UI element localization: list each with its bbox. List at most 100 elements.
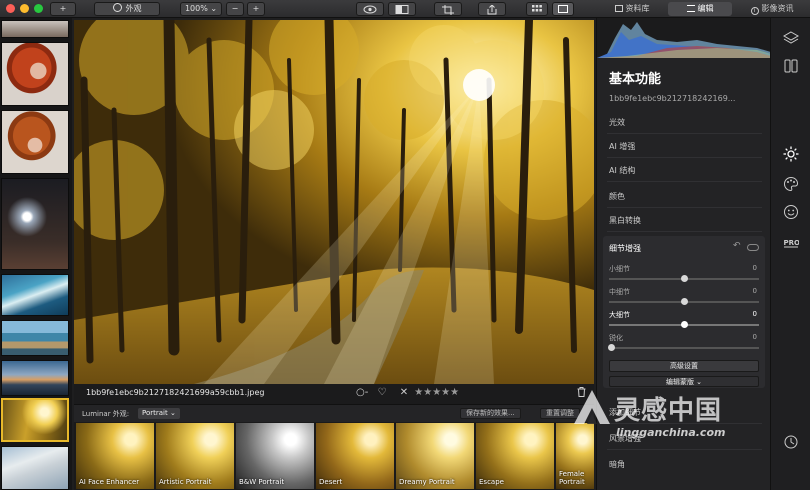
reset-icon[interactable]: ↶ bbox=[733, 241, 741, 251]
slider-small-details-label: 小细节 bbox=[609, 265, 630, 273]
top-toolbar: + 外观 100% ⌄ − + 资料库 编辑 i 影像资讯 bbox=[0, 0, 810, 18]
histogram bbox=[597, 18, 770, 58]
looks-button[interactable]: 外观 bbox=[94, 2, 160, 16]
preset-caption: Dreamy Portrait bbox=[399, 478, 455, 486]
section-light[interactable]: 光效 bbox=[607, 112, 762, 134]
slider-knob[interactable] bbox=[681, 275, 688, 282]
grid-view-button[interactable] bbox=[526, 2, 548, 16]
section-vignette[interactable]: 暗角 bbox=[607, 454, 762, 476]
watermark-url: lingganchina.com bbox=[616, 426, 726, 439]
section-ai-enhance[interactable]: AI 增强 bbox=[607, 136, 762, 158]
face-icon[interactable] bbox=[783, 204, 799, 220]
slider-knob[interactable] bbox=[681, 298, 688, 305]
eye-icon bbox=[363, 5, 377, 14]
minimize-window-button[interactable] bbox=[20, 4, 29, 13]
filmstrip-thumbnail[interactable] bbox=[1, 320, 69, 356]
looks-category-select[interactable]: Portrait ⌄ bbox=[138, 408, 180, 419]
single-view-button[interactable] bbox=[552, 2, 574, 16]
slider-large-details-label: 大细节 bbox=[609, 311, 630, 319]
preset-caption: Artistic Portrait bbox=[159, 478, 212, 486]
preset-caption: AI Face Enhancer bbox=[79, 478, 140, 486]
canvas-icon[interactable] bbox=[783, 58, 799, 74]
slider-sharpness[interactable] bbox=[608, 344, 759, 351]
slider-large-details[interactable] bbox=[609, 321, 759, 328]
zoom-value: 100% bbox=[184, 4, 208, 13]
panel-title: 基本功能 bbox=[609, 72, 662, 87]
watermark-logo-icon bbox=[574, 390, 610, 424]
filmstrip-thumbnail[interactable] bbox=[1, 20, 69, 38]
watermark-chinese: 灵感中国 bbox=[614, 396, 723, 426]
preset-dreamy-portrait[interactable]: Dreamy Portrait bbox=[396, 423, 474, 489]
tab-image-info-label: 影像资讯 bbox=[761, 4, 794, 13]
preset-artistic-portrait[interactable]: Artistic Portrait bbox=[156, 423, 234, 489]
looks-icon bbox=[112, 3, 122, 12]
single-view-icon bbox=[558, 5, 568, 13]
compare-button[interactable] bbox=[388, 2, 416, 16]
crop-button[interactable] bbox=[434, 2, 462, 16]
slider-small-details[interactable] bbox=[609, 275, 759, 282]
watermark: 灵感中国 lingganchina.com bbox=[572, 386, 782, 446]
reject-icon[interactable]: ✕ bbox=[400, 387, 408, 398]
pro-icon[interactable]: PRO bbox=[783, 234, 799, 250]
share-button[interactable] bbox=[478, 2, 506, 16]
toggle-switch[interactable] bbox=[747, 244, 759, 251]
slider-medium-details[interactable] bbox=[609, 298, 759, 305]
tab-image-info[interactable]: i 影像资讯 bbox=[736, 2, 808, 16]
layers-icon[interactable] bbox=[783, 30, 799, 46]
tab-edit[interactable]: 编辑 bbox=[668, 2, 732, 16]
filmstrip-thumbnail[interactable] bbox=[1, 274, 69, 316]
advanced-settings-button[interactable]: 高级设置 bbox=[609, 360, 759, 372]
slider-knob[interactable] bbox=[608, 344, 615, 351]
favorite-heart-icon[interactable]: ♡ bbox=[378, 387, 387, 398]
color-label-button[interactable]: ○- bbox=[356, 387, 368, 398]
looks-preset-bar: Luminar 外观: Portrait ⌄ 保存新的效果... 重置调整 bbox=[74, 404, 594, 422]
zoom-in-button[interactable]: + bbox=[247, 2, 265, 16]
section-color[interactable]: 颜色 bbox=[607, 186, 762, 208]
filmstrip-thumbnail[interactable] bbox=[1, 360, 69, 396]
image-filename: 1bb9fe1ebc9b2127182421699a59cbb1.jpeg bbox=[86, 388, 265, 397]
filmstrip-thumbnail[interactable] bbox=[1, 110, 69, 174]
looks-preset-strip: AI Face Enhancer Artistic Portrait B&W P… bbox=[74, 422, 594, 490]
rating-controls: ○- ♡ ✕ ★★★★★ bbox=[356, 387, 459, 398]
filmstrip-thumbnail-selected[interactable] bbox=[1, 398, 69, 442]
looks-label: 外观 bbox=[125, 4, 142, 13]
filmstrip-thumbnail[interactable] bbox=[1, 42, 69, 106]
section-bw-conversion[interactable]: 黑白转换 bbox=[607, 210, 762, 232]
filmstrip-thumbnail[interactable] bbox=[1, 446, 69, 490]
filmstrip bbox=[0, 18, 72, 490]
preset-caption: Desert bbox=[319, 478, 343, 486]
section-ai-structure[interactable]: AI 结构 bbox=[607, 160, 762, 182]
close-window-button[interactable] bbox=[6, 4, 15, 13]
palette-icon[interactable] bbox=[783, 176, 799, 192]
slider-medium-details-value: 0 bbox=[752, 287, 757, 295]
zoom-select[interactable]: 100% ⌄ bbox=[180, 2, 222, 16]
grid-icon bbox=[532, 5, 542, 12]
add-images-button[interactable]: + bbox=[50, 2, 76, 16]
tab-edit-label: 编辑 bbox=[697, 4, 714, 13]
history-icon[interactable] bbox=[783, 434, 799, 450]
sun-icon[interactable] bbox=[783, 146, 799, 162]
preset-caption: B&W Portrait bbox=[239, 478, 285, 486]
slider-medium-details-label: 中细节 bbox=[609, 288, 630, 296]
slider-small-details-value: 0 bbox=[752, 264, 757, 272]
preset-escape[interactable]: Escape bbox=[476, 423, 554, 489]
slider-sharpness-value: 0 bbox=[752, 333, 757, 341]
svg-text:PRO: PRO bbox=[784, 239, 800, 247]
star-rating[interactable]: ★★★★★ bbox=[414, 387, 459, 398]
zoom-window-button[interactable] bbox=[34, 4, 43, 13]
preset-desert[interactable]: Desert bbox=[316, 423, 394, 489]
tab-library[interactable]: 资料库 bbox=[598, 2, 666, 16]
main-image-viewer[interactable] bbox=[74, 20, 594, 384]
slider-knob[interactable] bbox=[681, 321, 688, 328]
preset-bw-portrait[interactable]: B&W Portrait bbox=[236, 423, 314, 489]
preset-caption: Female Portrait bbox=[559, 470, 585, 486]
details-enhancer-panel: 细节增强 ↶ 小细节 0 中细节 0 大细节 0 锐化 0 高级设置 编辑蒙版 … bbox=[603, 236, 765, 388]
looks-category-label: Luminar 外观: bbox=[82, 410, 130, 418]
save-new-look-button[interactable]: 保存新的效果... bbox=[460, 408, 521, 419]
preset-ai-face-enhancer[interactable]: AI Face Enhancer bbox=[76, 423, 154, 489]
crop-icon bbox=[442, 5, 454, 15]
preview-eye-button[interactable] bbox=[356, 2, 384, 16]
zoom-out-button[interactable]: − bbox=[226, 2, 244, 16]
filmstrip-thumbnail[interactable] bbox=[1, 178, 69, 270]
image-hash: 1bb9fe1ebc9b212718242169... bbox=[609, 94, 736, 103]
